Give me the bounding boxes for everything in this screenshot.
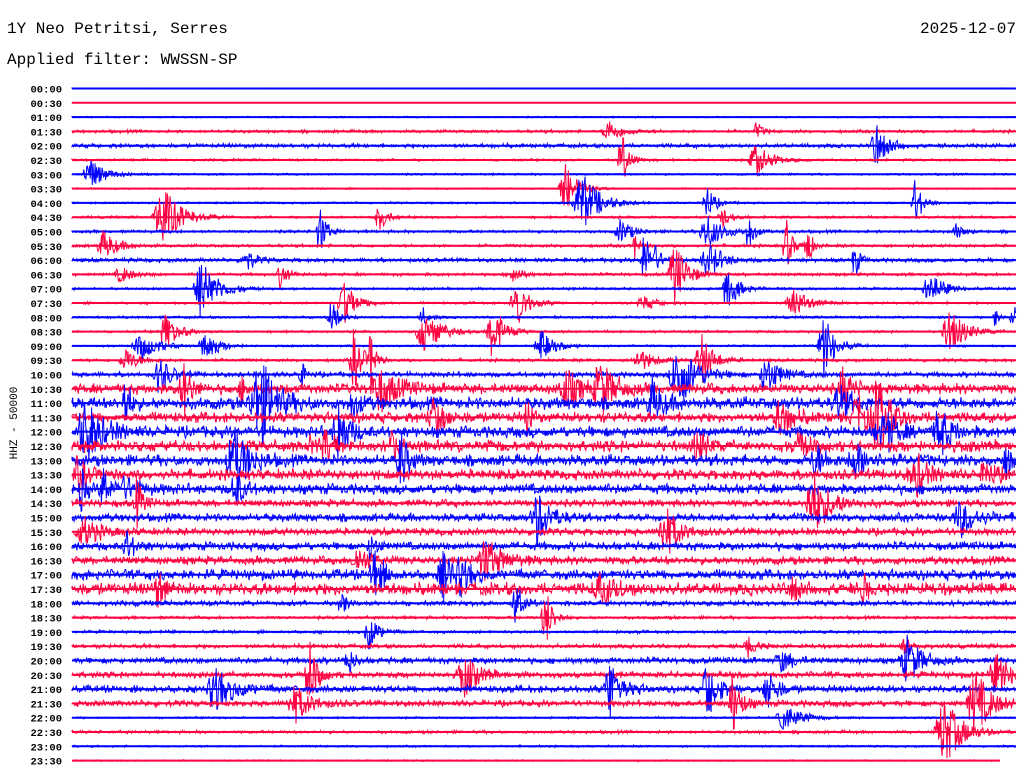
time-label: 12:00 bbox=[30, 428, 62, 440]
time-label: 12:30 bbox=[30, 442, 62, 454]
time-label: 20:00 bbox=[30, 657, 62, 669]
time-label: 09:00 bbox=[30, 342, 62, 354]
time-label: 17:00 bbox=[30, 571, 62, 583]
trace-0530 bbox=[71, 219, 1016, 265]
time-label: 00:00 bbox=[30, 85, 62, 97]
time-label: 05:00 bbox=[30, 228, 62, 240]
trace-0330 bbox=[71, 164, 1016, 206]
helicorder-plot: 00:00 00:30 01:00 01:30 02:00 02:30 03:00 03:30… bbox=[30, 85, 1017, 769]
time-label: 09:30 bbox=[30, 356, 62, 368]
trace-1030 bbox=[71, 363, 1017, 420]
trace-0600 bbox=[71, 237, 1016, 276]
time-label: 21:00 bbox=[30, 685, 62, 697]
time-label: 14:00 bbox=[30, 485, 62, 497]
time-label: 15:30 bbox=[30, 528, 62, 540]
time-label: 08:00 bbox=[30, 313, 62, 325]
time-label: 01:30 bbox=[30, 127, 62, 139]
time-label: 23:00 bbox=[30, 742, 62, 754]
time-label: 03:30 bbox=[30, 185, 62, 197]
time-label: 18:00 bbox=[30, 599, 62, 611]
time-label: 00:30 bbox=[30, 99, 62, 111]
time-label: 02:00 bbox=[30, 142, 62, 154]
time-label: 05:30 bbox=[30, 242, 62, 254]
trace-1930 bbox=[71, 636, 1016, 658]
time-label: 04:00 bbox=[30, 199, 62, 211]
time-label: 02:30 bbox=[30, 156, 62, 168]
trace-2230 bbox=[71, 703, 1016, 759]
time-label: 11:30 bbox=[30, 413, 62, 425]
time-label: 13:30 bbox=[30, 471, 62, 483]
time-label: 15:00 bbox=[30, 514, 62, 526]
time-label: 03:00 bbox=[30, 170, 62, 182]
time-label: 16:00 bbox=[30, 542, 62, 554]
time-label: 22:00 bbox=[30, 714, 62, 726]
time-label: 13:00 bbox=[30, 456, 62, 468]
trace-1200 bbox=[71, 402, 1017, 459]
time-label: 17:30 bbox=[30, 585, 62, 597]
trace-0130 bbox=[71, 121, 1016, 139]
trace-1430 bbox=[71, 472, 1016, 529]
time-label: 19:30 bbox=[30, 642, 62, 654]
time-label: 23:30 bbox=[30, 757, 62, 769]
time-label: 11:00 bbox=[30, 399, 62, 411]
trace-0900 bbox=[71, 320, 1017, 379]
time-label: 20:30 bbox=[30, 671, 62, 683]
time-label: 10:30 bbox=[30, 385, 62, 397]
time-label: 06:30 bbox=[30, 270, 62, 282]
time-label: 08:30 bbox=[30, 328, 62, 340]
trace-2200 bbox=[71, 708, 1016, 730]
trace-0800 bbox=[71, 303, 1017, 329]
time-label: 10:00 bbox=[30, 371, 62, 383]
time-label: 14:30 bbox=[30, 499, 62, 511]
time-label: 04:30 bbox=[30, 213, 62, 225]
time-label: 06:00 bbox=[30, 256, 62, 268]
time-label: 19:00 bbox=[30, 628, 62, 640]
time-label: 07:00 bbox=[30, 285, 62, 297]
time-label: 07:30 bbox=[30, 299, 62, 311]
trace-1000 bbox=[71, 355, 1016, 402]
time-label: 21:30 bbox=[30, 699, 62, 711]
trace-0300 bbox=[71, 160, 1016, 186]
time-label: 22:30 bbox=[30, 728, 62, 740]
time-label: 16:30 bbox=[30, 556, 62, 568]
trace-0630 bbox=[71, 249, 1016, 303]
time-label: 18:30 bbox=[30, 614, 62, 626]
time-label: 01:00 bbox=[30, 113, 62, 125]
